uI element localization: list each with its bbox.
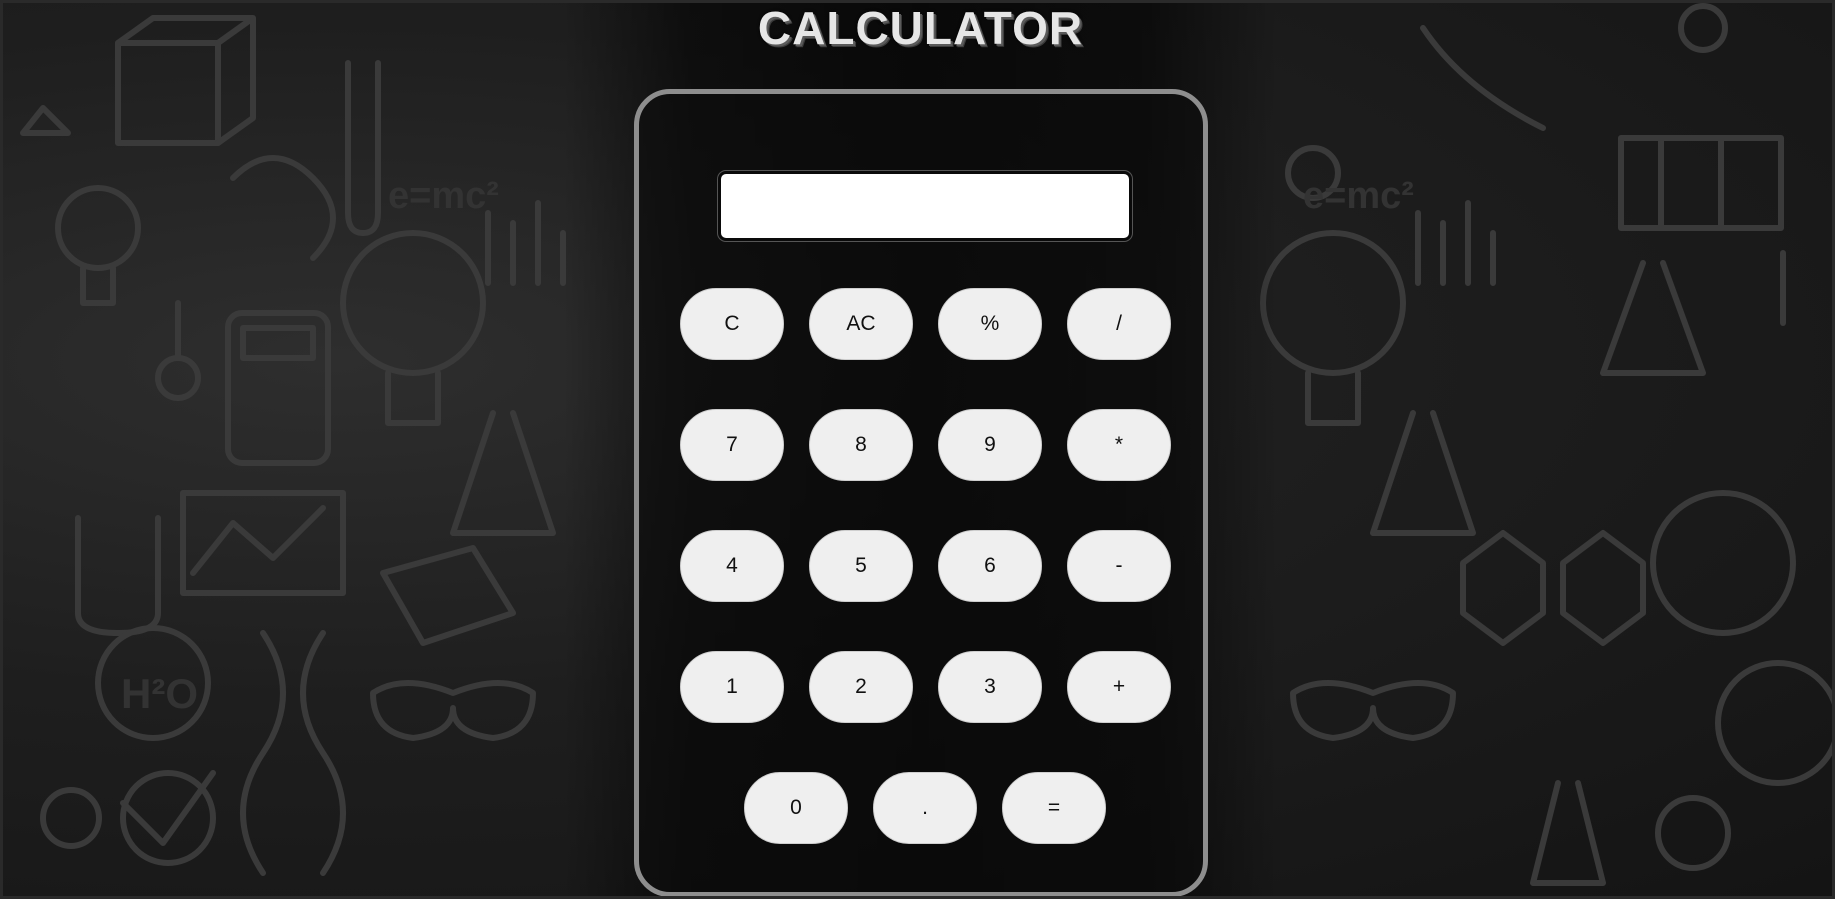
divide-button[interactable]: /: [1067, 288, 1171, 360]
subtract-button[interactable]: -: [1067, 530, 1171, 602]
svg-text:e=mc²: e=mc²: [1303, 175, 1414, 217]
digit-3-button[interactable]: 3: [938, 651, 1042, 723]
equals-button[interactable]: =: [1002, 772, 1106, 844]
multiply-button[interactable]: *: [1067, 409, 1171, 481]
digit-0-button[interactable]: 0: [744, 772, 848, 844]
page-background: e=mc² e=mc² H²O CALCULATOR C AC % / 7 8 …: [0, 0, 1835, 899]
digit-5-button[interactable]: 5: [809, 530, 913, 602]
page-title: CALCULATOR: [757, 2, 1084, 54]
clear-button[interactable]: C: [680, 288, 784, 360]
calculator-display[interactable]: [718, 171, 1132, 241]
digit-1-button[interactable]: 1: [680, 651, 784, 723]
digit-2-button[interactable]: 2: [809, 651, 913, 723]
calculator-body: C AC % / 7 8 9 * 4 5 6 - 1 2 3 + 0 . =: [634, 89, 1208, 896]
svg-text:H²O: H²O: [121, 670, 198, 717]
digit-6-button[interactable]: 6: [938, 530, 1042, 602]
decimal-button[interactable]: .: [873, 772, 977, 844]
digit-7-button[interactable]: 7: [680, 409, 784, 481]
all-clear-button[interactable]: AC: [809, 288, 913, 360]
digit-9-button[interactable]: 9: [938, 409, 1042, 481]
digit-8-button[interactable]: 8: [809, 409, 913, 481]
add-button[interactable]: +: [1067, 651, 1171, 723]
svg-text:e=mc²: e=mc²: [388, 175, 499, 217]
digit-4-button[interactable]: 4: [680, 530, 784, 602]
percent-button[interactable]: %: [938, 288, 1042, 360]
